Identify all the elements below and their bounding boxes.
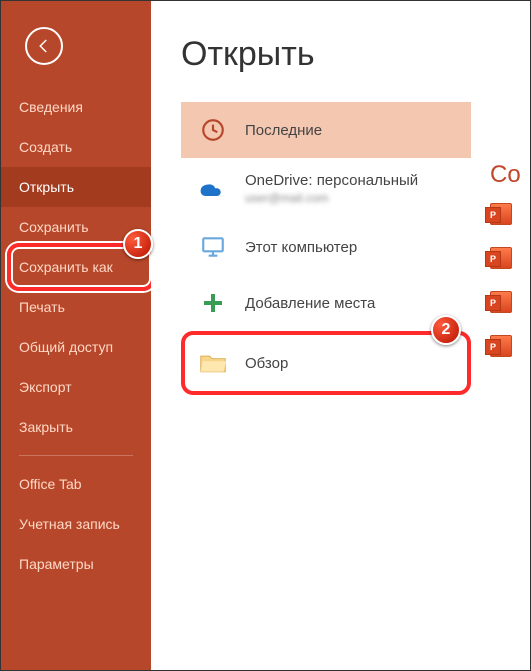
location-onedrive[interactable]: OneDrive: персональный user@mail.com: [181, 158, 471, 219]
location-label: Этот компьютер: [245, 239, 357, 256]
location-label: Обзор: [245, 355, 288, 372]
sidebar-item-export[interactable]: Экспорт: [1, 367, 151, 407]
location-recent[interactable]: Последние: [181, 102, 471, 158]
sidebar-item-save-as[interactable]: Сохранить как: [1, 247, 151, 287]
plus-icon: [199, 289, 227, 317]
powerpoint-file-icon[interactable]: [490, 291, 512, 313]
powerpoint-file-icon[interactable]: [490, 335, 512, 357]
powerpoint-file-icon[interactable]: [490, 203, 512, 225]
computer-icon: [199, 233, 227, 261]
sidebar-item-print[interactable]: Печать: [1, 287, 151, 327]
back-button[interactable]: [25, 27, 63, 65]
sidebar-item-options[interactable]: Параметры: [1, 544, 151, 584]
backstage-main: Открыть Последние OneDriv: [151, 1, 530, 670]
clock-icon: [199, 116, 227, 144]
location-add-place[interactable]: Добавление места: [181, 275, 471, 331]
onedrive-icon: [199, 175, 227, 203]
recent-header-fragment: Со: [490, 161, 530, 189]
location-subtext: user@mail.com: [245, 191, 418, 205]
open-locations-list: Последние OneDrive: персональный user@ma…: [181, 102, 471, 391]
location-browse[interactable]: Обзор: [181, 335, 471, 391]
recent-files-strip: Со: [490, 161, 530, 379]
sidebar-item-info[interactable]: Сведения: [1, 87, 151, 127]
powerpoint-file-icon[interactable]: [490, 247, 512, 269]
page-title: Открыть: [181, 35, 530, 74]
sidebar-item-open[interactable]: Открыть: [1, 167, 151, 207]
sidebar-separator: [19, 455, 133, 456]
sidebar-item-office-tab[interactable]: Office Tab: [1, 464, 151, 504]
sidebar-item-account[interactable]: Учетная запись: [1, 504, 151, 544]
sidebar-item-save[interactable]: Сохранить: [1, 207, 151, 247]
sidebar-item-share[interactable]: Общий доступ: [1, 327, 151, 367]
location-this-pc[interactable]: Этот компьютер: [181, 219, 471, 275]
location-label: Последние: [245, 122, 322, 139]
location-label: OneDrive: персональный: [245, 172, 418, 189]
folder-icon: [199, 349, 227, 377]
sidebar-item-new[interactable]: Создать: [1, 127, 151, 167]
sidebar-item-close[interactable]: Закрыть: [1, 407, 151, 447]
location-label: Добавление места: [245, 295, 375, 312]
backstage-sidebar: Сведения Создать Открыть Сохранить Сохра…: [1, 1, 151, 670]
